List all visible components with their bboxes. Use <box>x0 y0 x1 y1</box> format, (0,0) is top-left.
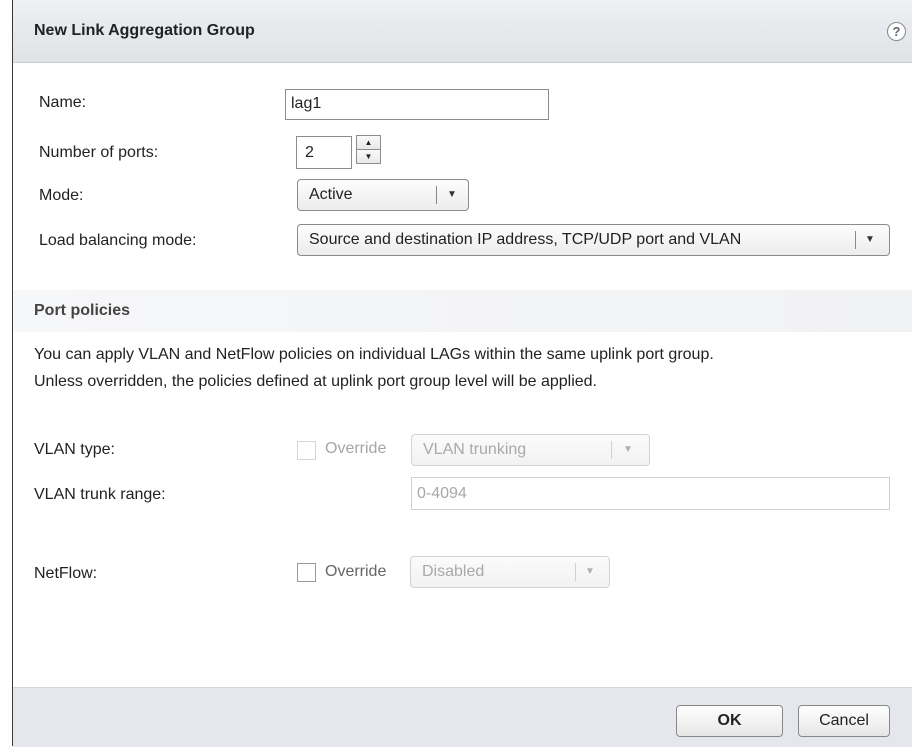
vlan-override-checkbox[interactable] <box>297 441 316 460</box>
port-policies-title: Port policies <box>34 302 131 319</box>
cancel-button[interactable]: Cancel <box>798 705 890 737</box>
netflow-label: NetFlow: <box>34 565 98 582</box>
netflow-override-checkbox[interactable] <box>297 563 316 582</box>
dialog-footer: OK Cancel <box>13 687 912 747</box>
ports-stepper[interactable]: 2 <box>296 136 352 169</box>
dialog-title: New Link Aggregation Group <box>34 22 255 39</box>
chevron-down-icon: ▼ <box>865 234 875 245</box>
mode-label: Mode: <box>39 187 84 204</box>
spinner-down-icon[interactable]: ▼ <box>356 149 381 164</box>
vlan-type-label: VLAN type: <box>34 441 115 458</box>
dialog-titlebar: New Link Aggregation Group ? <box>13 0 912 63</box>
port-policies-header: Port policies <box>13 290 912 332</box>
chevron-down-icon: ▼ <box>447 189 457 200</box>
spinner-up-icon[interactable]: ▲ <box>356 135 381 150</box>
vlan-type-value: VLAN trunking <box>423 441 527 458</box>
lb-value: Source and destination IP address, TCP/U… <box>309 231 742 248</box>
name-input[interactable]: lag1 <box>285 89 549 120</box>
help-icon[interactable]: ? <box>887 22 906 41</box>
vlan-trunk-label: VLAN trunk range: <box>34 486 166 503</box>
port-policies-desc-line2: Unless overridden, the policies defined … <box>34 373 597 390</box>
vlan-type-select[interactable]: VLAN trunking ▼ <box>411 434 650 466</box>
chevron-down-icon: ▼ <box>623 444 633 455</box>
new-lag-dialog: New Link Aggregation Group ? Name: lag1 … <box>12 0 912 747</box>
lb-select[interactable]: Source and destination IP address, TCP/U… <box>297 224 890 256</box>
ok-button[interactable]: OK <box>676 705 783 737</box>
mode-select[interactable]: Active ▼ <box>297 179 469 211</box>
netflow-value: Disabled <box>422 563 485 580</box>
mode-value: Active <box>309 186 353 203</box>
port-policies-desc-line1: You can apply VLAN and NetFlow policies … <box>34 346 714 363</box>
vlan-override-label: Override <box>325 440 387 457</box>
lb-label: Load balancing mode: <box>39 232 197 249</box>
vlan-trunk-input[interactable]: 0-4094 <box>411 477 890 510</box>
chevron-down-icon: ▼ <box>585 566 595 577</box>
netflow-select[interactable]: Disabled ▼ <box>410 556 610 588</box>
name-label: Name: <box>39 94 87 111</box>
netflow-override-label: Override <box>325 563 387 580</box>
ports-label: Number of ports: <box>39 144 159 161</box>
